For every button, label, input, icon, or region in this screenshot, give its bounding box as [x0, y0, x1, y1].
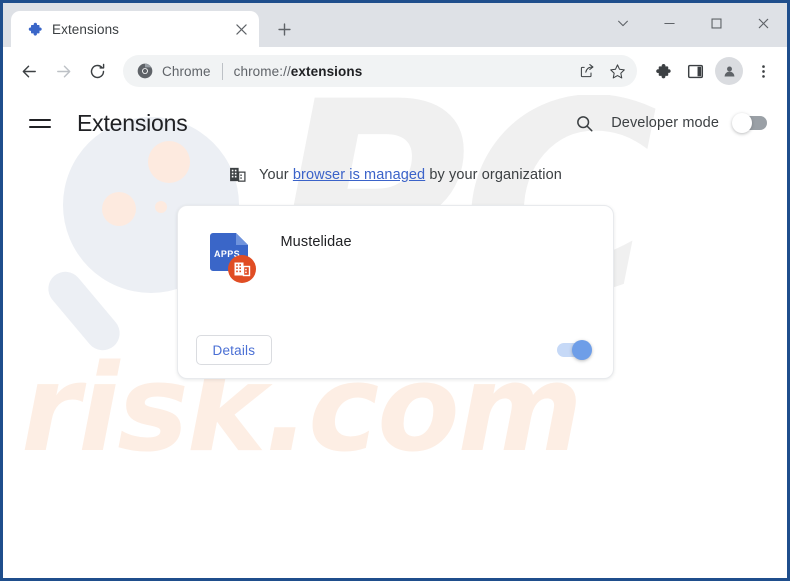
developer-mode-label: Developer mode — [611, 115, 719, 131]
extensions-grid: APPS Mustelidae Details — [3, 205, 787, 379]
omnibox-url-page: extensions — [290, 63, 363, 79]
extensions-page: PC risk.com Extensions Developer mode — [3, 95, 787, 578]
managed-prefix: Your — [259, 166, 293, 183]
address-bar[interactable]: Chrome chrome://extensions — [123, 55, 637, 87]
tab-extensions[interactable]: Extensions — [11, 11, 259, 47]
tab-title: Extensions — [52, 21, 120, 37]
apps-document-icon: APPS — [208, 230, 256, 283]
close-icon — [758, 18, 769, 28]
managed-link[interactable]: browser is managed — [293, 167, 425, 183]
tab-search-button[interactable] — [599, 3, 646, 43]
toggle-track — [556, 340, 592, 360]
three-dots-vertical-icon — [761, 64, 765, 78]
search-icon[interactable] — [571, 110, 597, 136]
reload-button[interactable] — [81, 55, 113, 87]
omnibox-chrome-label: Chrome — [162, 63, 211, 79]
toggle-knob — [571, 340, 592, 360]
enterprise-building-badge-icon — [227, 255, 256, 283]
star-icon — [609, 63, 625, 78]
side-panel-button[interactable] — [679, 55, 711, 87]
omnibox-url-prefix: chrome:// — [233, 63, 291, 79]
managed-notice-text: Your browser is managed by your organiza… — [259, 167, 562, 183]
puzzle-piece-icon — [28, 22, 42, 36]
profile-button[interactable] — [715, 57, 743, 85]
developer-mode-toggle[interactable] — [732, 113, 767, 133]
extensions-header: Extensions Developer mode — [3, 95, 787, 151]
share-button[interactable] — [573, 57, 601, 85]
avatar-person-icon — [724, 65, 734, 76]
share-icon — [580, 64, 594, 78]
window-controls — [599, 3, 787, 43]
omnibox-actions — [573, 57, 631, 85]
close-window-button[interactable] — [740, 3, 787, 43]
extension-card-footer: Details — [178, 322, 613, 378]
details-button[interactable]: Details — [195, 335, 273, 365]
omnibox-url[interactable]: chrome://extensions — [234, 64, 573, 79]
reload-icon — [90, 63, 104, 78]
extension-name: Mustelidae — [280, 234, 352, 250]
puzzle-piece-icon — [655, 63, 671, 78]
extensions-button[interactable] — [645, 55, 677, 87]
side-panel-icon — [687, 64, 703, 78]
extension-card[interactable]: APPS Mustelidae Details — [176, 205, 614, 379]
chrome-logo-icon — [137, 63, 153, 79]
hamburger-menu-icon[interactable] — [29, 110, 55, 136]
extension-card-header: APPS Mustelidae — [178, 206, 613, 283]
omnibox-separator — [221, 62, 223, 80]
back-button[interactable] — [13, 55, 45, 87]
toggle-knob — [732, 113, 752, 133]
new-tab-button[interactable] — [269, 14, 299, 44]
managed-notice: Your browser is managed by your organiza… — [3, 165, 787, 184]
forward-button — [47, 55, 79, 87]
chevron-down-icon — [617, 20, 628, 27]
maximize-icon — [711, 17, 722, 29]
managed-suffix: by your organization — [425, 166, 562, 183]
minimize-icon — [664, 22, 675, 24]
plus-icon — [277, 22, 291, 36]
tab-close-icon[interactable] — [231, 19, 251, 39]
bookmark-button[interactable] — [603, 57, 631, 85]
browser-toolbar: Chrome chrome://extensions — [3, 47, 787, 95]
browser-window: Extensions Chrome chrome://extensions ri… — [0, 0, 790, 581]
minimize-button[interactable] — [646, 3, 693, 43]
maximize-button[interactable] — [693, 3, 740, 43]
header-right-controls: Developer mode — [571, 110, 767, 136]
arrow-right-icon — [56, 65, 70, 77]
omnibox-chrome-chip: Chrome — [137, 63, 211, 79]
browser-menu-button[interactable] — [747, 55, 779, 87]
tab-strip: Extensions — [3, 3, 787, 47]
extension-enable-toggle[interactable] — [556, 340, 592, 360]
arrow-left-icon — [22, 65, 36, 77]
page-title: Extensions — [77, 109, 188, 136]
enterprise-building-icon — [230, 167, 246, 182]
